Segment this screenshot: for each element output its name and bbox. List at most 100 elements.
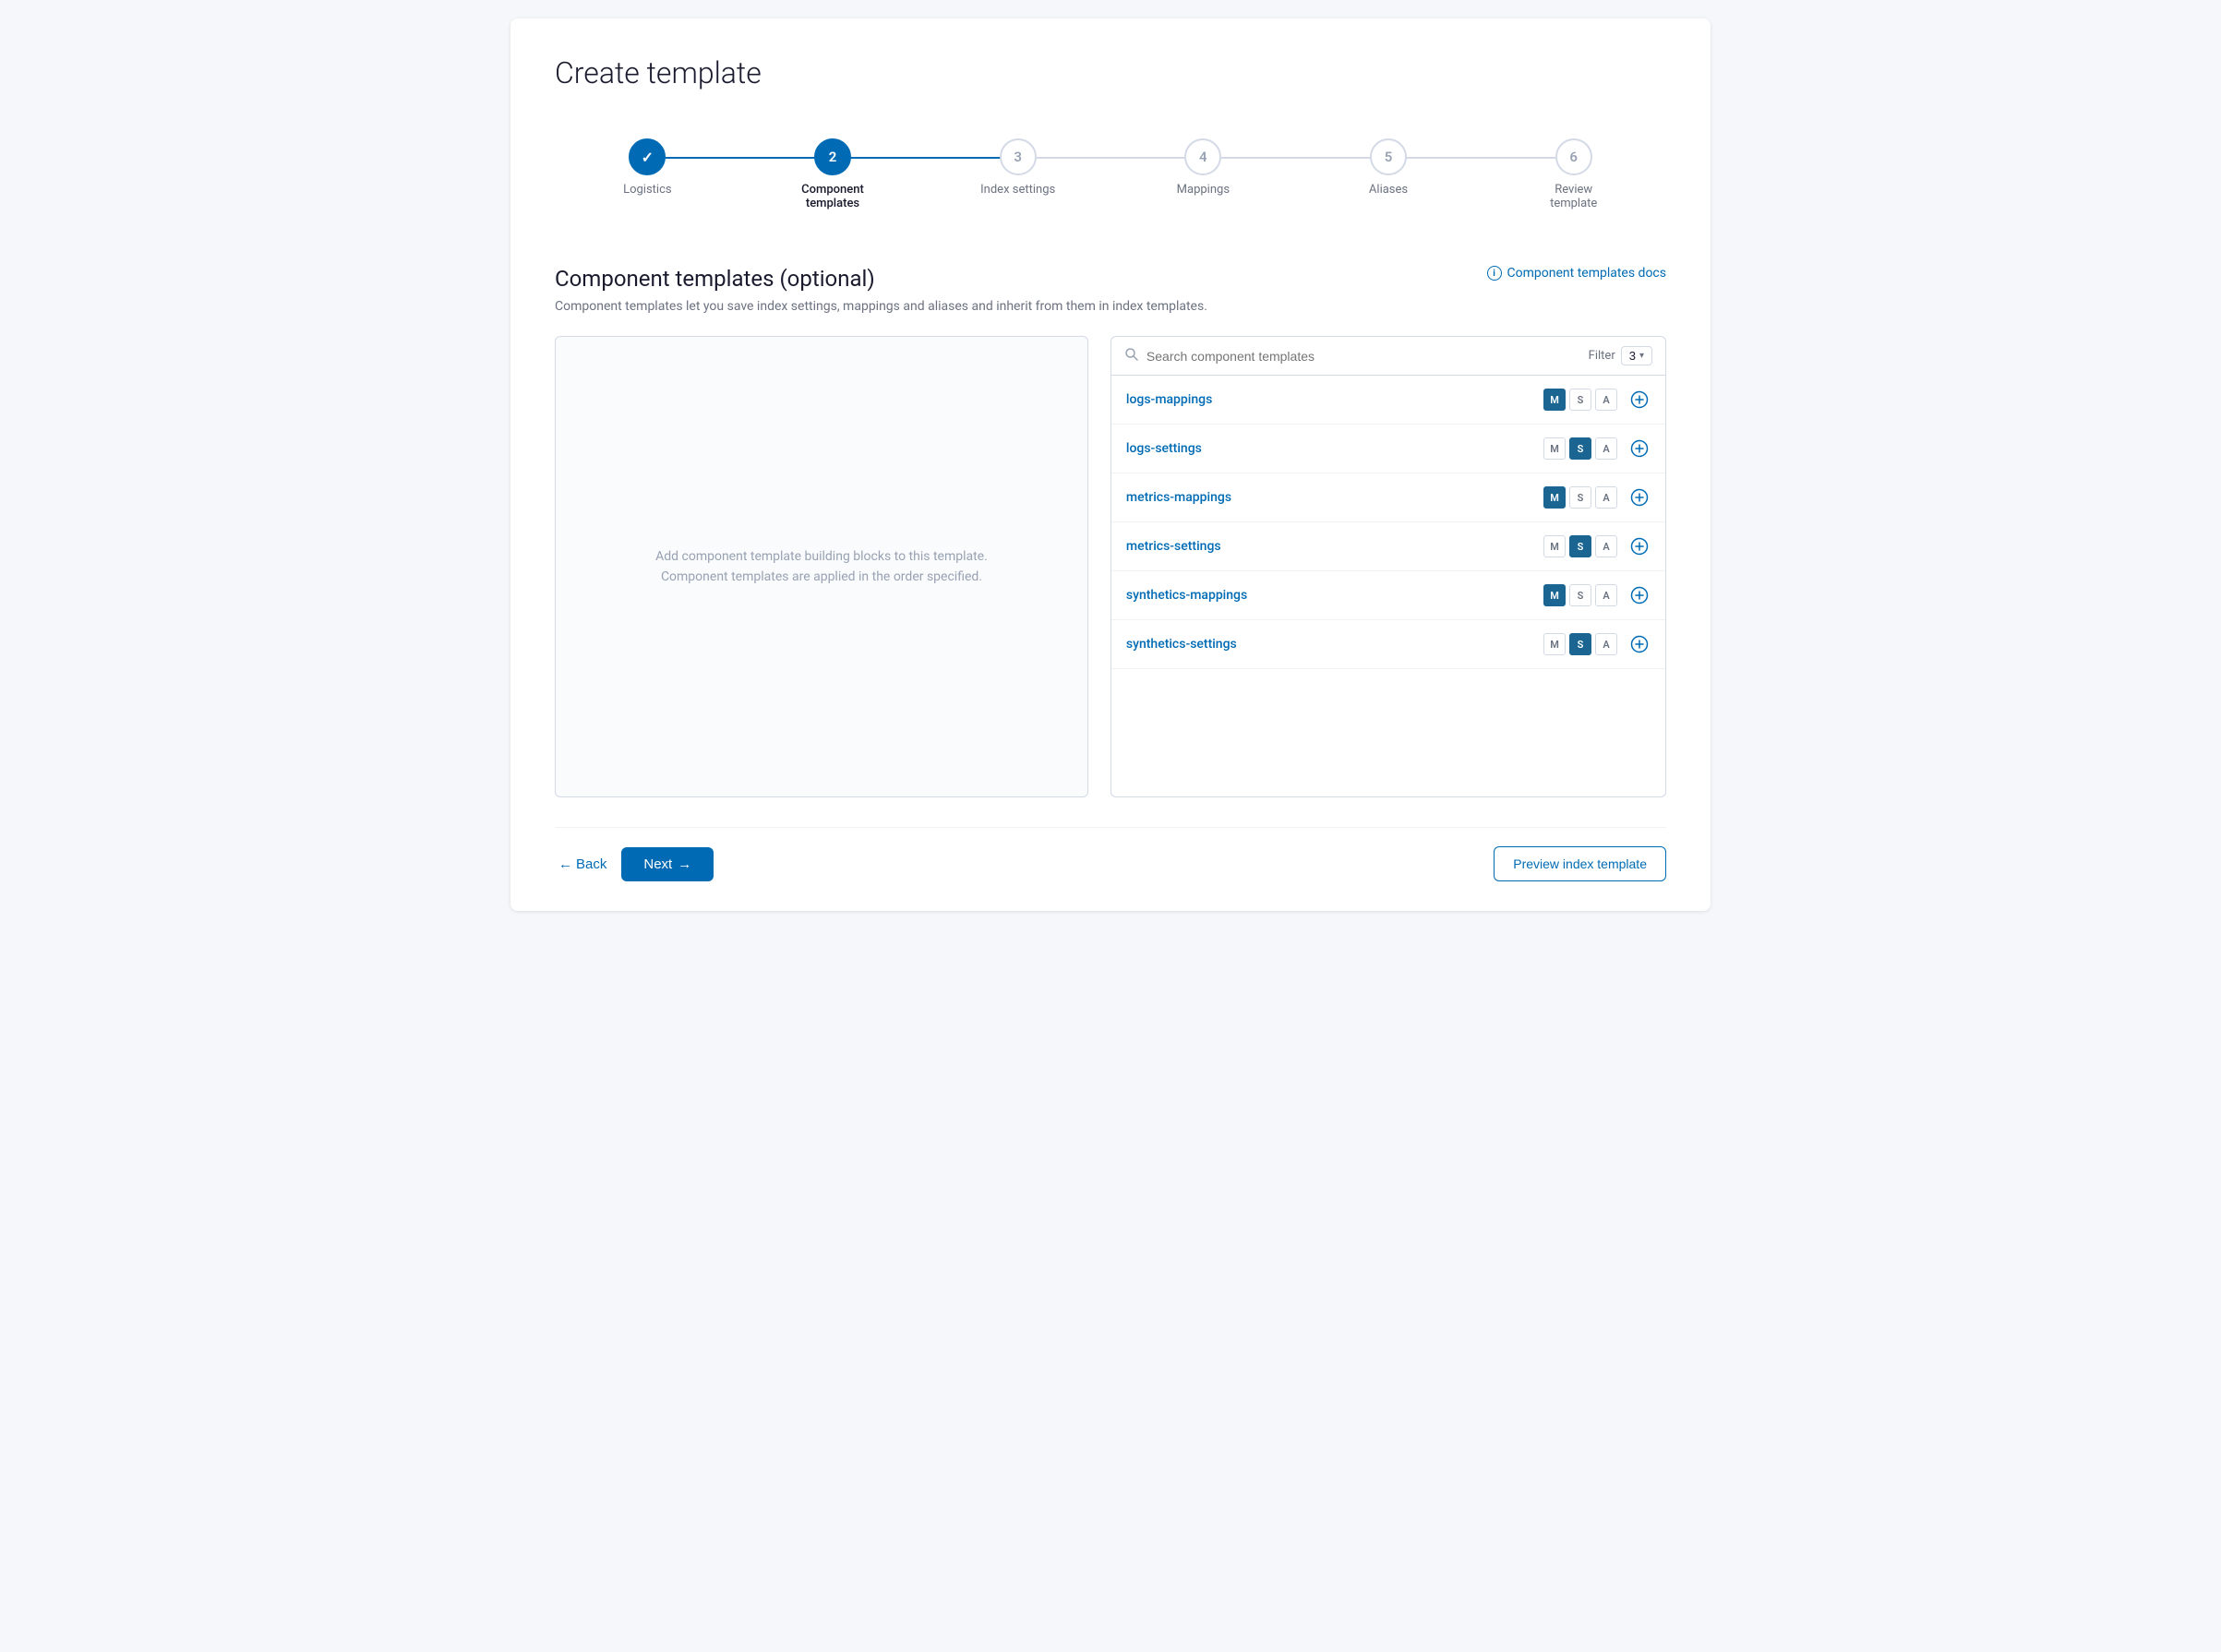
info-icon: i	[1487, 266, 1502, 281]
list-item: metrics-settingsMSA	[1111, 522, 1665, 571]
footer-left: ← Back Next →	[555, 847, 714, 881]
template-name[interactable]: synthetics-settings	[1126, 637, 1543, 652]
template-name[interactable]: logs-settings	[1126, 441, 1543, 456]
filter-count-button[interactable]: 3 ▾	[1621, 346, 1652, 365]
filter-count-value: 3	[1629, 349, 1636, 363]
list-item: synthetics-settingsMSA	[1111, 620, 1665, 669]
step-label-logistics: Logistics	[623, 183, 672, 197]
badge-group: MSA	[1543, 437, 1617, 460]
badge-a: A	[1595, 584, 1617, 606]
badge-group: MSA	[1543, 584, 1617, 606]
empty-state: Add component template building blocks t…	[618, 509, 1025, 625]
badge-a: A	[1595, 389, 1617, 411]
docs-link-label: Component templates docs	[1507, 266, 1666, 281]
badge-m: M	[1543, 486, 1566, 509]
step-number-4: 4	[1199, 149, 1207, 165]
badge-m: M	[1543, 633, 1566, 655]
badge-s: S	[1569, 633, 1591, 655]
page-title: Create template	[555, 55, 1666, 90]
preview-label: Preview index template	[1513, 856, 1647, 871]
filter-label: Filter	[1589, 349, 1615, 363]
step-label-index-settings: Index settings	[980, 183, 1055, 197]
badge-s: S	[1569, 389, 1591, 411]
add-template-button[interactable]	[1628, 486, 1651, 509]
docs-link[interactable]: i Component templates docs	[1487, 266, 1666, 281]
template-name[interactable]: metrics-settings	[1126, 539, 1543, 554]
next-button[interactable]: Next →	[621, 847, 714, 881]
left-panel: Add component template building blocks t…	[555, 336, 1088, 797]
search-input[interactable]	[1147, 349, 1581, 364]
badge-m: M	[1543, 389, 1566, 411]
step-index-settings: 3 Index settings	[925, 138, 1110, 197]
template-name[interactable]: metrics-mappings	[1126, 490, 1543, 505]
step-component-templates: 2 Component templates	[740, 138, 926, 210]
step-circle-2: 2	[814, 138, 851, 175]
preview-index-template-button[interactable]: Preview index template	[1494, 846, 1666, 881]
badge-s: S	[1569, 486, 1591, 509]
section-header: Component templates (optional) i Compone…	[555, 266, 1666, 292]
step-circle-3: 3	[1000, 138, 1037, 175]
badge-a: A	[1595, 437, 1617, 460]
search-icon	[1124, 347, 1139, 365]
check-icon: ✓	[642, 149, 654, 166]
add-template-button[interactable]	[1628, 437, 1651, 460]
next-arrow-icon: →	[678, 856, 691, 872]
template-name[interactable]: logs-mappings	[1126, 392, 1543, 407]
chevron-down-icon: ▾	[1639, 351, 1644, 361]
add-template-button[interactable]	[1628, 389, 1651, 411]
filter-area: Filter 3 ▾	[1589, 346, 1652, 365]
step-aliases: 5 Aliases	[1296, 138, 1482, 197]
badge-m: M	[1543, 437, 1566, 460]
add-template-button[interactable]	[1628, 633, 1651, 655]
list-item: logs-settingsMSA	[1111, 425, 1665, 473]
step-mappings: 4 Mappings	[1110, 138, 1296, 197]
back-arrow-icon: ←	[558, 856, 572, 872]
badge-group: MSA	[1543, 633, 1617, 655]
empty-state-line2: Component templates are applied in the o…	[661, 569, 982, 584]
stepper: ✓ Logistics 2 Component templates 3 Inde…	[555, 120, 1666, 229]
step-number-3: 3	[1014, 149, 1022, 165]
section-title: Component templates (optional)	[555, 266, 875, 292]
footer: ← Back Next → Preview index template	[555, 827, 1666, 881]
search-bar: Filter 3 ▾	[1111, 337, 1665, 376]
badge-a: A	[1595, 486, 1617, 509]
badge-group: MSA	[1543, 535, 1617, 557]
template-name[interactable]: synthetics-mappings	[1126, 588, 1543, 603]
list-item: metrics-mappingsMSA	[1111, 473, 1665, 522]
list-item: synthetics-mappingsMSA	[1111, 571, 1665, 620]
badge-s: S	[1569, 437, 1591, 460]
list-item: logs-mappingsMSA	[1111, 376, 1665, 425]
step-circle-5: 5	[1370, 138, 1407, 175]
badge-s: S	[1569, 584, 1591, 606]
badge-a: A	[1595, 633, 1617, 655]
badge-m: M	[1543, 535, 1566, 557]
right-panel: Filter 3 ▾ logs-mappingsMSA logs-setting…	[1110, 336, 1666, 797]
step-label-review-template: Review template	[1532, 183, 1615, 210]
back-button[interactable]: ← Back	[555, 849, 610, 880]
step-circle-1: ✓	[629, 138, 666, 175]
add-template-button[interactable]	[1628, 584, 1651, 606]
badge-group: MSA	[1543, 486, 1617, 509]
step-number-2: 2	[829, 149, 837, 165]
step-number-5: 5	[1385, 149, 1393, 165]
content-area: Add component template building blocks t…	[555, 336, 1666, 797]
page-container: Create template ✓ Logistics 2 Component …	[510, 18, 1711, 911]
back-label: Back	[576, 856, 606, 872]
template-list: logs-mappingsMSA logs-settingsMSA metric…	[1111, 376, 1665, 796]
badge-a: A	[1595, 535, 1617, 557]
step-label-aliases: Aliases	[1369, 183, 1408, 197]
step-logistics: ✓ Logistics	[555, 138, 740, 197]
step-label-component-templates: Component templates	[791, 183, 874, 210]
badge-s: S	[1569, 535, 1591, 557]
empty-state-line1: Add component template building blocks t…	[655, 549, 988, 564]
step-circle-4: 4	[1184, 138, 1221, 175]
next-label: Next	[643, 856, 672, 872]
badge-m: M	[1543, 584, 1566, 606]
step-label-mappings: Mappings	[1177, 183, 1230, 197]
step-review-template: 6 Review template	[1481, 138, 1666, 210]
step-circle-6: 6	[1555, 138, 1592, 175]
section-description: Component templates let you save index s…	[555, 299, 1666, 314]
add-template-button[interactable]	[1628, 535, 1651, 557]
step-number-6: 6	[1569, 149, 1578, 165]
badge-group: MSA	[1543, 389, 1617, 411]
